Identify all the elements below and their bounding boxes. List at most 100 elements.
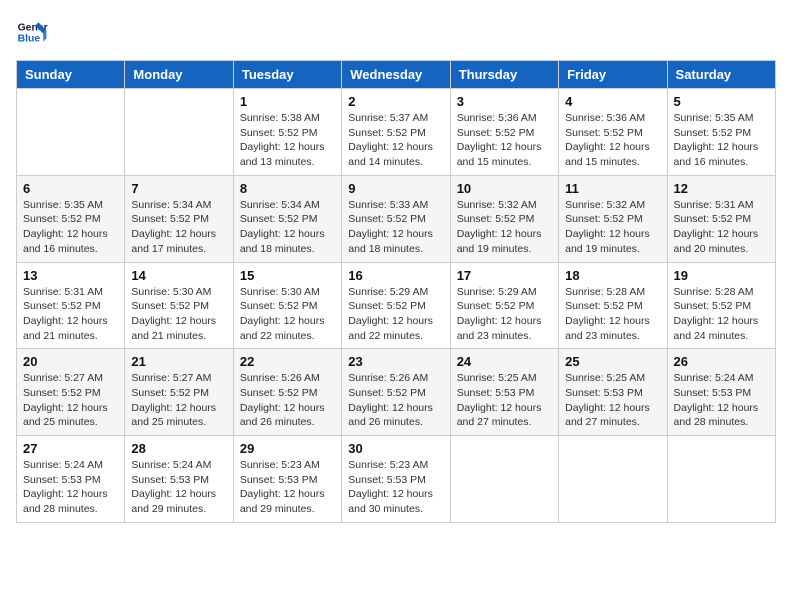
- day-info: Sunrise: 5:32 AM Sunset: 5:52 PM Dayligh…: [565, 198, 660, 257]
- weekday-header-saturday: Saturday: [667, 61, 775, 89]
- day-info: Sunrise: 5:35 AM Sunset: 5:52 PM Dayligh…: [23, 198, 118, 257]
- day-info: Sunrise: 5:38 AM Sunset: 5:52 PM Dayligh…: [240, 111, 335, 170]
- day-info: Sunrise: 5:26 AM Sunset: 5:52 PM Dayligh…: [348, 371, 443, 430]
- day-number: 8: [240, 181, 335, 196]
- day-number: 29: [240, 441, 335, 456]
- day-info: Sunrise: 5:32 AM Sunset: 5:52 PM Dayligh…: [457, 198, 552, 257]
- day-number: 26: [674, 354, 769, 369]
- day-number: 14: [131, 268, 226, 283]
- calendar-cell: 9 Sunrise: 5:33 AM Sunset: 5:52 PM Daylig…: [342, 175, 450, 262]
- day-info: Sunrise: 5:31 AM Sunset: 5:52 PM Dayligh…: [674, 198, 769, 257]
- day-number: 15: [240, 268, 335, 283]
- day-number: 11: [565, 181, 660, 196]
- calendar-cell: 14 Sunrise: 5:30 AM Sunset: 5:52 PM Dayli…: [125, 262, 233, 349]
- day-number: 17: [457, 268, 552, 283]
- day-number: 20: [23, 354, 118, 369]
- weekday-header-thursday: Thursday: [450, 61, 558, 89]
- calendar-cell: 15 Sunrise: 5:30 AM Sunset: 5:52 PM Dayli…: [233, 262, 341, 349]
- day-number: 16: [348, 268, 443, 283]
- calendar-week-1: 1 Sunrise: 5:38 AM Sunset: 5:52 PM Daylig…: [17, 89, 776, 176]
- day-info: Sunrise: 5:29 AM Sunset: 5:52 PM Dayligh…: [457, 285, 552, 344]
- logo: General Blue: [16, 16, 52, 48]
- day-number: 19: [674, 268, 769, 283]
- day-number: 2: [348, 94, 443, 109]
- calendar-cell: 27 Sunrise: 5:24 AM Sunset: 5:53 PM Dayli…: [17, 436, 125, 523]
- day-info: Sunrise: 5:36 AM Sunset: 5:52 PM Dayligh…: [565, 111, 660, 170]
- day-info: Sunrise: 5:37 AM Sunset: 5:52 PM Dayligh…: [348, 111, 443, 170]
- day-info: Sunrise: 5:27 AM Sunset: 5:52 PM Dayligh…: [131, 371, 226, 430]
- calendar-week-5: 27 Sunrise: 5:24 AM Sunset: 5:53 PM Dayli…: [17, 436, 776, 523]
- day-info: Sunrise: 5:30 AM Sunset: 5:52 PM Dayligh…: [131, 285, 226, 344]
- day-info: Sunrise: 5:27 AM Sunset: 5:52 PM Dayligh…: [23, 371, 118, 430]
- day-info: Sunrise: 5:25 AM Sunset: 5:53 PM Dayligh…: [457, 371, 552, 430]
- day-number: 5: [674, 94, 769, 109]
- day-number: 4: [565, 94, 660, 109]
- calendar-cell: 17 Sunrise: 5:29 AM Sunset: 5:52 PM Dayli…: [450, 262, 558, 349]
- day-number: 23: [348, 354, 443, 369]
- day-number: 1: [240, 94, 335, 109]
- day-info: Sunrise: 5:28 AM Sunset: 5:52 PM Dayligh…: [674, 285, 769, 344]
- day-info: Sunrise: 5:23 AM Sunset: 5:53 PM Dayligh…: [348, 458, 443, 517]
- day-info: Sunrise: 5:26 AM Sunset: 5:52 PM Dayligh…: [240, 371, 335, 430]
- day-number: 24: [457, 354, 552, 369]
- calendar-cell: 25 Sunrise: 5:25 AM Sunset: 5:53 PM Dayli…: [559, 349, 667, 436]
- calendar-cell: [559, 436, 667, 523]
- day-info: Sunrise: 5:33 AM Sunset: 5:52 PM Dayligh…: [348, 198, 443, 257]
- calendar-cell: 22 Sunrise: 5:26 AM Sunset: 5:52 PM Dayli…: [233, 349, 341, 436]
- day-number: 13: [23, 268, 118, 283]
- svg-text:Blue: Blue: [18, 34, 41, 45]
- calendar-cell: 24 Sunrise: 5:25 AM Sunset: 5:53 PM Dayli…: [450, 349, 558, 436]
- calendar-week-3: 13 Sunrise: 5:31 AM Sunset: 5:52 PM Dayli…: [17, 262, 776, 349]
- calendar-cell: 18 Sunrise: 5:28 AM Sunset: 5:52 PM Dayli…: [559, 262, 667, 349]
- calendar-cell: 13 Sunrise: 5:31 AM Sunset: 5:52 PM Dayli…: [17, 262, 125, 349]
- day-number: 27: [23, 441, 118, 456]
- day-info: Sunrise: 5:28 AM Sunset: 5:52 PM Dayligh…: [565, 285, 660, 344]
- calendar-cell: 28 Sunrise: 5:24 AM Sunset: 5:53 PM Dayli…: [125, 436, 233, 523]
- day-number: 18: [565, 268, 660, 283]
- day-info: Sunrise: 5:25 AM Sunset: 5:53 PM Dayligh…: [565, 371, 660, 430]
- calendar-cell: 29Sunrise: 5:23 AM Sunset: 5:53 PM Dayli…: [233, 436, 341, 523]
- page-header: General Blue: [16, 16, 776, 48]
- calendar-cell: 7 Sunrise: 5:34 AM Sunset: 5:52 PM Daylig…: [125, 175, 233, 262]
- calendar-cell: 30 Sunrise: 5:23 AM Sunset: 5:53 PM Dayli…: [342, 436, 450, 523]
- calendar-cell: 2 Sunrise: 5:37 AM Sunset: 5:52 PM Daylig…: [342, 89, 450, 176]
- day-number: 28: [131, 441, 226, 456]
- day-number: 9: [348, 181, 443, 196]
- calendar-cell: 6 Sunrise: 5:35 AM Sunset: 5:52 PM Daylig…: [17, 175, 125, 262]
- day-number: 6: [23, 181, 118, 196]
- day-number: 3: [457, 94, 552, 109]
- day-info: Sunrise: 5:34 AM Sunset: 5:52 PM Dayligh…: [131, 198, 226, 257]
- calendar-cell: 16 Sunrise: 5:29 AM Sunset: 5:52 PM Dayli…: [342, 262, 450, 349]
- day-number: 21: [131, 354, 226, 369]
- day-info: Sunrise: 5:29 AM Sunset: 5:52 PM Dayligh…: [348, 285, 443, 344]
- day-number: 30: [348, 441, 443, 456]
- weekday-header-friday: Friday: [559, 61, 667, 89]
- day-number: 7: [131, 181, 226, 196]
- calendar-cell: 21 Sunrise: 5:27 AM Sunset: 5:52 PM Dayli…: [125, 349, 233, 436]
- calendar-cell: 3 Sunrise: 5:36 AM Sunset: 5:52 PM Daylig…: [450, 89, 558, 176]
- day-info: Sunrise: 5:30 AM Sunset: 5:52 PM Dayligh…: [240, 285, 335, 344]
- calendar-header-row: SundayMondayTuesdayWednesdayThursdayFrid…: [17, 61, 776, 89]
- day-info: Sunrise: 5:24 AM Sunset: 5:53 PM Dayligh…: [674, 371, 769, 430]
- calendar-cell: 26 Sunrise: 5:24 AM Sunset: 5:53 PM Dayli…: [667, 349, 775, 436]
- calendar-cell: [17, 89, 125, 176]
- day-number: 22: [240, 354, 335, 369]
- calendar-cell: [450, 436, 558, 523]
- weekday-header-monday: Monday: [125, 61, 233, 89]
- day-number: 25: [565, 354, 660, 369]
- day-number: 10: [457, 181, 552, 196]
- day-info: Sunrise: 5:31 AM Sunset: 5:52 PM Dayligh…: [23, 285, 118, 344]
- calendar-table: SundayMondayTuesdayWednesdayThursdayFrid…: [16, 60, 776, 523]
- weekday-header-wednesday: Wednesday: [342, 61, 450, 89]
- day-info: Sunrise: 5:24 AM Sunset: 5:53 PM Dayligh…: [131, 458, 226, 517]
- day-info: Sunrise: 5:36 AM Sunset: 5:52 PM Dayligh…: [457, 111, 552, 170]
- calendar-cell: 23 Sunrise: 5:26 AM Sunset: 5:52 PM Dayli…: [342, 349, 450, 436]
- calendar-cell: 12Sunrise: 5:31 AM Sunset: 5:52 PM Dayli…: [667, 175, 775, 262]
- calendar-cell: 8Sunrise: 5:34 AM Sunset: 5:52 PM Daylig…: [233, 175, 341, 262]
- day-info: Sunrise: 5:24 AM Sunset: 5:53 PM Dayligh…: [23, 458, 118, 517]
- calendar-week-4: 20 Sunrise: 5:27 AM Sunset: 5:52 PM Dayli…: [17, 349, 776, 436]
- calendar-week-2: 6 Sunrise: 5:35 AM Sunset: 5:52 PM Daylig…: [17, 175, 776, 262]
- calendar-cell: [667, 436, 775, 523]
- calendar-cell: 11 Sunrise: 5:32 AM Sunset: 5:52 PM Dayli…: [559, 175, 667, 262]
- weekday-header-sunday: Sunday: [17, 61, 125, 89]
